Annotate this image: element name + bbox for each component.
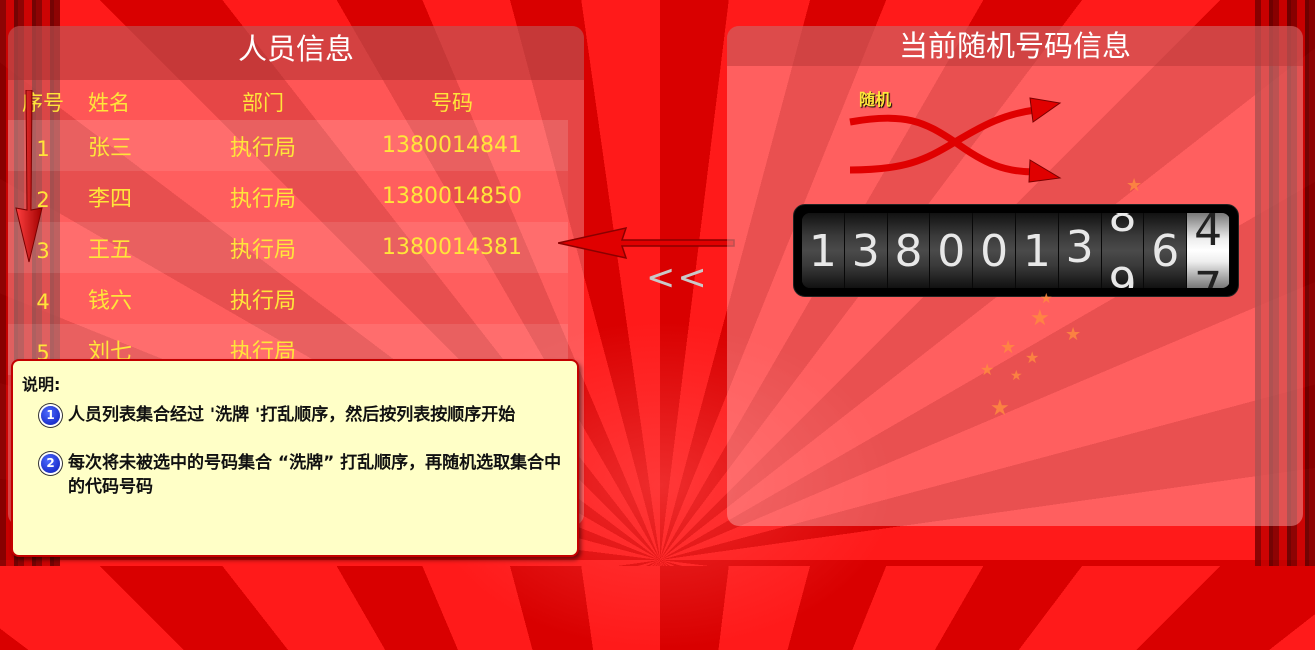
- number-2-icon: 2: [41, 454, 60, 473]
- row-dept: 执行局: [190, 222, 336, 273]
- svg-text:★: ★: [1040, 291, 1053, 307]
- svg-text:★: ★: [1000, 337, 1016, 358]
- row-name: 王五: [78, 222, 190, 273]
- roll-digit-top: 4: [1194, 213, 1223, 256]
- note-title: 说明:: [22, 375, 61, 394]
- roll-digit-bottom: 7: [1187, 267, 1229, 289]
- number-1-icon: 1: [41, 406, 60, 425]
- back-button[interactable]: <<: [646, 258, 709, 298]
- note-item-text: 人员列表集合经过 '洗牌 '打乱顺序，然后按列表按顺序开始: [68, 405, 516, 425]
- row-dept: 执行局: [190, 273, 336, 324]
- svg-text:★: ★: [1030, 306, 1050, 331]
- svg-text:★: ★: [1010, 368, 1023, 384]
- people-table: 序号 姓名 部门 号码 1 张三 执行局 1380014841 2 李四 执行局…: [8, 84, 568, 375]
- counter-rolling-digit: 4 7: [1187, 213, 1230, 288]
- col-header-name: 姓名: [88, 91, 130, 115]
- note-item: 2 每次将未被选中的号码集合 “洗牌” 打乱顺序，再随机选取集合中的代码号码: [41, 451, 568, 499]
- svg-text:★: ★: [1025, 348, 1039, 367]
- note-item: 1 人员列表集合经过 '洗牌 '打乱顺序，然后按列表按顺序开始: [41, 403, 568, 427]
- row-dept: 执行局: [190, 120, 336, 171]
- table-row[interactable]: 2 李四 执行局 1380014850: [8, 171, 568, 222]
- col-header-phone: 号码: [431, 91, 473, 115]
- arrow-left-icon: [558, 226, 735, 260]
- table-header-row: 序号 姓名 部门 号码: [8, 84, 568, 120]
- row-dept: 执行局: [190, 171, 336, 222]
- arrow-down-icon: [15, 90, 43, 263]
- col-header-dept: 部门: [242, 91, 284, 115]
- svg-text:★: ★: [990, 396, 1010, 421]
- table-row[interactable]: 3 王五 执行局 1380014381: [8, 222, 568, 273]
- row-phone: 1380014850: [336, 171, 568, 222]
- star-icon: ★: [1126, 175, 1143, 196]
- row-phone: 1380014841: [336, 120, 568, 171]
- shuffle-icon[interactable]: [845, 92, 1065, 187]
- counter-digit: 6: [1144, 213, 1188, 288]
- row-index: 4: [8, 273, 78, 324]
- row-phone: [336, 273, 568, 324]
- table-row[interactable]: 1 张三 执行局 1380014841: [8, 120, 568, 171]
- random-panel-title: 当前随机号码信息: [727, 26, 1303, 66]
- svg-text:★: ★: [1065, 324, 1081, 345]
- row-phone: 1380014381: [336, 222, 568, 273]
- counter-digit: 8: [887, 213, 931, 288]
- counter-digit: 3: [844, 213, 888, 288]
- row-name: 张三: [78, 120, 190, 171]
- table-row[interactable]: 4 钱六 执行局: [8, 273, 568, 324]
- counter-digit: 0: [930, 213, 974, 288]
- instructions-note: 说明: 1 人员列表集合经过 '洗牌 '打乱顺序，然后按列表按顺序开始 2 每次将未…: [11, 359, 579, 557]
- stars-decoration: ★ ★ ★ ★ ★ ★ ★ ★ ★ ★ ★: [980, 291, 1081, 421]
- counter-digit: 1: [802, 213, 845, 288]
- note-item-text: 每次将未被选中的号码集合 “洗牌” 打乱顺序，再随机选取集合中的代码号码: [68, 453, 562, 497]
- row-name: 李四: [78, 171, 190, 222]
- svg-text:★: ★: [980, 360, 994, 379]
- row-name: 钱六: [78, 273, 190, 324]
- people-panel-title: 人员信息: [8, 26, 584, 80]
